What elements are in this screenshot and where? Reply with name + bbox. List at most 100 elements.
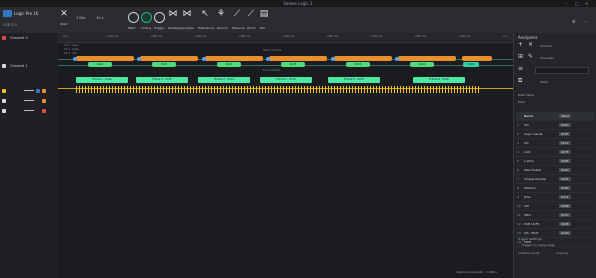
rate-field-b[interactable]: 10 s bbox=[96, 16, 103, 20]
minimize-button[interactable]: – bbox=[565, 1, 567, 6]
marker-dot[interactable] bbox=[202, 57, 206, 61]
decoded-segment[interactable] bbox=[462, 56, 492, 61]
tool-zoom[interactable]: ▤ bbox=[255, 10, 273, 19]
maximize-button[interactable]: □ bbox=[575, 1, 579, 6]
channel-row[interactable] bbox=[2, 98, 56, 105]
channel-panel: Channel 0 Channel 1 bbox=[0, 33, 59, 278]
decoded-segment[interactable] bbox=[205, 56, 263, 61]
table-row[interactable]: 12 USB LS/FS 0x08 bbox=[516, 220, 595, 229]
tool-start[interactable]: ✕ Start bbox=[55, 10, 73, 27]
ruler-tick: +600 ms bbox=[326, 35, 338, 38]
marker-dot[interactable] bbox=[331, 57, 335, 61]
status-text: Capture complete · 1.000 s bbox=[456, 270, 497, 274]
channel-color-swatch bbox=[2, 36, 6, 40]
panel-title: Analyzers bbox=[518, 35, 538, 40]
decoded-segment[interactable]: 0x12 bbox=[217, 62, 241, 67]
ruler-tick: +700 ms bbox=[370, 35, 382, 38]
frame-bar[interactable]: Frame 6 · 0x20 bbox=[413, 77, 465, 83]
analyzer-badge bbox=[42, 109, 46, 113]
extension-icon: ⚘ bbox=[216, 9, 226, 19]
frame-bar[interactable]: Frame 2 · 0x3F bbox=[136, 77, 188, 83]
mark-button[interactable] bbox=[128, 12, 139, 23]
trigger-icon: ⋈ bbox=[168, 9, 178, 19]
table-row[interactable]: 8 Modbus 0x9C bbox=[516, 184, 595, 193]
device-name: Logic Pro 16 bbox=[14, 11, 39, 16]
bitrate-field[interactable] bbox=[535, 67, 589, 74]
window-title: Saleae Logic 2 bbox=[283, 1, 313, 6]
list-icon[interactable]: ≡ bbox=[518, 65, 523, 72]
device-selector[interactable]: Logic Pro 16 USB 3.0 bbox=[3, 10, 38, 27]
decoded-segment[interactable] bbox=[140, 56, 198, 61]
frame-bar[interactable]: Frame 5 · 0x55 bbox=[328, 77, 380, 83]
table-row[interactable]: 3 I2C 0x12 bbox=[516, 139, 595, 148]
frame-bar[interactable]: Frame 3 · 0x12 bbox=[198, 77, 250, 83]
marker-dot[interactable] bbox=[266, 57, 270, 61]
channel-row[interactable] bbox=[2, 88, 56, 95]
close-button[interactable]: ✕ bbox=[585, 1, 588, 6]
table-row[interactable]: 7 Simple Parallel 0x01 bbox=[516, 175, 595, 184]
time-ruler[interactable]: +0 s +100 ms +200 ms +300 ms +400 ms +500 ms +… bbox=[58, 33, 513, 43]
toolbar: Logic Pro 16 USB 3.0 ✕ Start 1 M/s 10 s … bbox=[0, 7, 596, 34]
channel-color-swatch bbox=[2, 89, 6, 93]
more-icon[interactable]: ⋯ bbox=[584, 19, 588, 24]
record-button[interactable] bbox=[141, 12, 152, 23]
marker-dot[interactable] bbox=[395, 57, 399, 61]
remove-analyzer-button[interactable]: ✕ bbox=[528, 41, 533, 48]
cursor-icon: ↖ bbox=[201, 9, 209, 19]
table-row[interactable]: 4 CAN 0x7E bbox=[516, 148, 595, 157]
channel-row[interactable] bbox=[2, 108, 56, 115]
tool-sampling[interactable]: ⋈ bbox=[178, 10, 196, 19]
table-row[interactable]: 5 1-Wire 0x55 bbox=[516, 157, 595, 166]
ruler-tick: +0 s bbox=[62, 35, 68, 38]
marker-dot[interactable] bbox=[137, 57, 141, 61]
frame-bar[interactable]: Frame 4 · 0x7E bbox=[260, 77, 312, 83]
waveform-icon bbox=[24, 110, 34, 114]
rate-field-a[interactable]: 1 M/s bbox=[76, 16, 85, 20]
channel-row[interactable]: Channel 0 bbox=[2, 35, 56, 42]
decoded-segment[interactable]: 0x01 bbox=[463, 62, 479, 67]
table-row[interactable]: 9 JTAG 0x11 bbox=[516, 193, 595, 202]
app-window: Saleae Logic 2 – □ ✕ Logic Pro 16 USB 3.… bbox=[0, 0, 596, 278]
grid-icon[interactable]: ⊞ bbox=[518, 53, 523, 60]
table-row[interactable]: 6 Manchester 0x20 bbox=[516, 166, 595, 175]
frame-bar[interactable]: Frame 1 · 0x4A bbox=[76, 77, 128, 83]
waveform-graph[interactable]: +0 s +100 ms +200 ms +300 ms +400 ms +500 ms +… bbox=[58, 33, 513, 278]
decoded-segment[interactable] bbox=[269, 56, 327, 61]
title-bar: Saleae Logic 2 – □ ✕ bbox=[0, 0, 596, 7]
decoded-segment[interactable] bbox=[76, 56, 134, 61]
channel-color-swatch bbox=[2, 99, 6, 103]
edit-icon[interactable]: ✎ bbox=[528, 53, 533, 60]
add-analyzer-button[interactable]: + bbox=[518, 41, 523, 48]
ruler-tick: +900 ms bbox=[458, 35, 470, 38]
device-icon bbox=[3, 10, 12, 17]
file-icon: ▤ bbox=[259, 9, 269, 19]
decoded-segment[interactable]: 0x20 bbox=[410, 62, 434, 67]
trigger-option[interactable]: Trigger on rising edge bbox=[522, 243, 555, 247]
copy-icon[interactable]: ⧉ bbox=[518, 77, 522, 85]
decoded-segment[interactable] bbox=[334, 56, 392, 61]
sampling-icon: ⋈ bbox=[182, 9, 192, 19]
marker-dot[interactable] bbox=[73, 57, 77, 61]
channel-color-swatch bbox=[2, 109, 6, 113]
decoded-segment[interactable] bbox=[398, 56, 456, 61]
table-row[interactable]: 1 SPI 0x4A bbox=[516, 121, 595, 130]
capture-mode-select[interactable]: Looping bbox=[556, 251, 568, 255]
ruler-tick: +1 s bbox=[502, 35, 508, 38]
decoded-segment[interactable]: 0x55 bbox=[346, 62, 370, 67]
ruler-tick: +800 ms bbox=[414, 35, 426, 38]
ruler-tick: +200 ms bbox=[150, 35, 162, 38]
analyzer-badge bbox=[42, 89, 46, 93]
ruler-tick: +400 ms bbox=[238, 35, 250, 38]
table-row[interactable]: 10 LIN 0x6B bbox=[516, 202, 595, 211]
ruler-tick: +500 ms bbox=[282, 35, 294, 38]
settings-icon[interactable]: ⚙ bbox=[572, 19, 576, 24]
table-row[interactable]: 11 MIDI 0x33 bbox=[516, 211, 595, 220]
table-row[interactable]: 2 Async Serial 0x3F bbox=[516, 130, 595, 139]
waveform-icon bbox=[24, 90, 34, 94]
data-table: Name Value 1 SPI 0x4A 2 Async Serial 0x3F 3 I2C… bbox=[516, 112, 595, 247]
device-subtitle: USB 3.0 bbox=[3, 23, 17, 27]
decoded-segment[interactable]: 0x3F bbox=[152, 62, 176, 67]
channel-row[interactable]: Channel 1 bbox=[2, 63, 56, 70]
decoded-segment[interactable]: 0x7E bbox=[281, 62, 305, 67]
decoded-segment[interactable]: 0x4A bbox=[88, 62, 112, 67]
